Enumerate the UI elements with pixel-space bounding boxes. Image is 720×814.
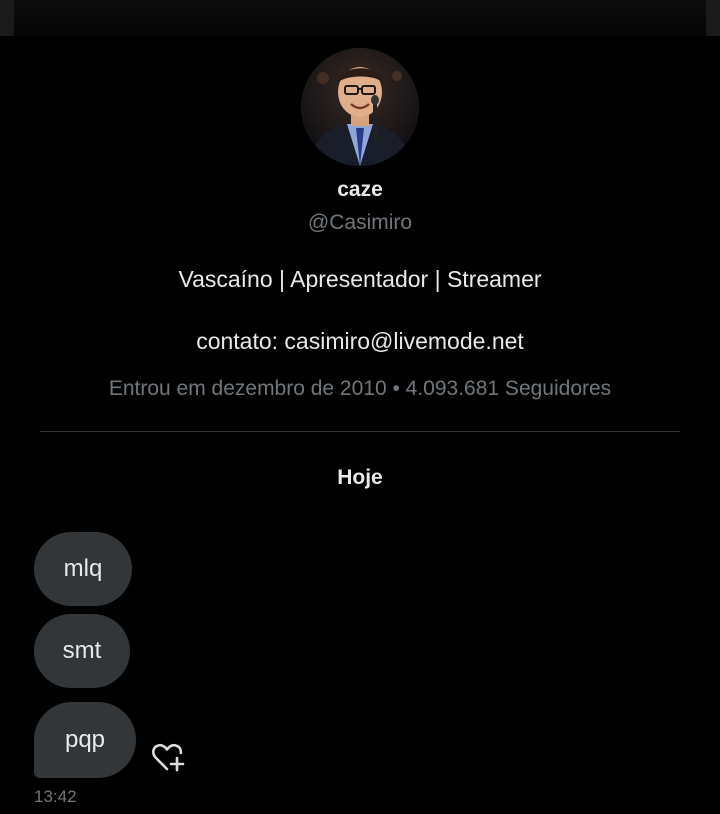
profile-contact: contato: casimiro@livemode.net [196, 328, 524, 354]
top-edge [0, 0, 720, 36]
profile-handle: @Casimiro [307, 211, 413, 234]
date-header: Hoje [337, 466, 383, 489]
profile-meta: Entrou em dezembro de 2010 • 4.093.681 S… [108, 377, 612, 400]
profile-display-name[interactable]: caze [0, 178, 720, 202]
divider [40, 431, 680, 432]
message-timestamp: 13:42 [34, 787, 77, 806]
add-reaction-button[interactable] [150, 740, 188, 776]
message-text: pqp [64, 726, 106, 753]
window-corner-left [0, 0, 14, 36]
window-corner-right [706, 0, 720, 36]
message-text: mlq [63, 555, 103, 582]
message-bubble[interactable]: pqp [34, 702, 136, 778]
avatar-image [301, 48, 419, 166]
message-text: smt [62, 637, 102, 664]
heart-plus-icon [152, 743, 185, 772]
message-bubble[interactable]: mlq [34, 532, 132, 606]
message-bubble[interactable]: smt [34, 614, 130, 688]
profile-avatar[interactable] [301, 48, 419, 166]
profile-bio: Vascaíno | Apresentador | Streamer [178, 266, 542, 292]
